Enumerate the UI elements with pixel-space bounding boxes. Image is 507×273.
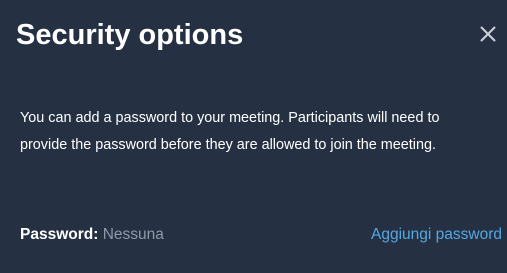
dialog-title: Security options [16,19,244,51]
add-password-link[interactable]: Aggiungi password [371,222,502,248]
close-icon [480,26,496,42]
dialog-header: Security options [0,0,507,78]
password-value: Nessuna [102,226,164,243]
close-button[interactable] [475,17,501,45]
password-row: Password: Nessuna Aggiungi password [20,222,502,248]
password-label: Password: [20,226,99,243]
security-options-dialog: Security options You can add a password … [0,0,507,273]
security-description: You can add a password to your meeting. … [20,110,440,153]
